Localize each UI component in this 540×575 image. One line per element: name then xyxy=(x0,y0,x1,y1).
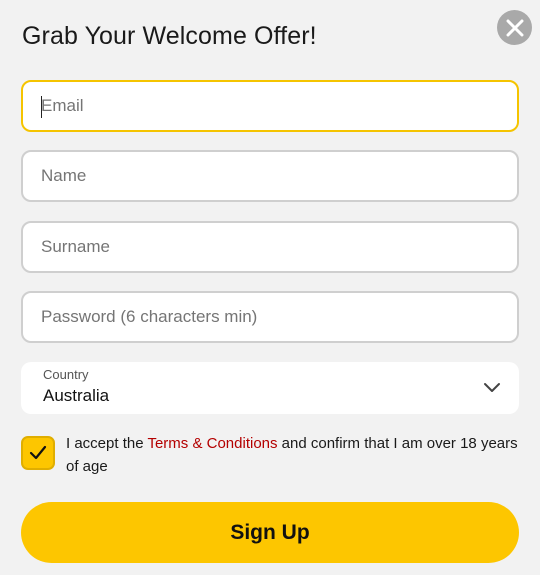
terms-consent-text: I accept the Terms & Conditions and conf… xyxy=(66,432,526,478)
close-icon xyxy=(506,19,523,36)
country-select[interactable]: Country Australia xyxy=(21,362,519,414)
close-button[interactable] xyxy=(497,10,532,45)
country-label: Country xyxy=(43,367,89,382)
password-field[interactable] xyxy=(21,291,519,343)
terms-conditions-link[interactable]: Terms & Conditions xyxy=(147,435,277,452)
chevron-down-icon xyxy=(484,383,500,392)
name-field[interactable] xyxy=(21,150,519,202)
modal-title: Grab Your Welcome Offer! xyxy=(22,22,317,50)
sign-up-button[interactable]: Sign Up xyxy=(21,502,519,563)
email-field[interactable] xyxy=(21,80,519,132)
checkmark-icon xyxy=(29,445,47,460)
surname-field[interactable] xyxy=(21,221,519,273)
country-value: Australia xyxy=(43,386,110,405)
consent-text-start: I accept the xyxy=(66,435,148,452)
terms-checkbox[interactable] xyxy=(21,436,55,470)
text-cursor xyxy=(41,96,42,118)
welcome-offer-modal: Grab Your Welcome Offer! Country Austral… xyxy=(0,0,540,575)
